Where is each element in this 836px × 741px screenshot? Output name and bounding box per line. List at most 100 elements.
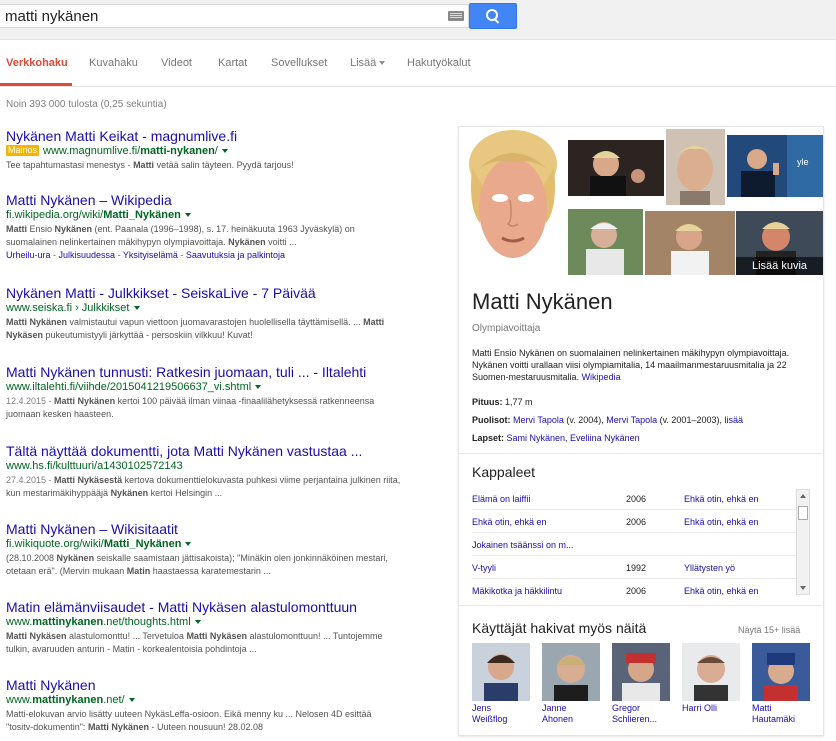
related-person[interactable]: Jens Weißflog bbox=[472, 643, 532, 725]
fact-label: Pituus: bbox=[472, 397, 503, 407]
children-link[interactable]: Sami Nykänen, Eveliina Nykänen bbox=[507, 433, 640, 443]
main-image[interactable] bbox=[460, 128, 566, 274]
person-photo[interactable] bbox=[472, 643, 530, 701]
chevron-down-icon[interactable] bbox=[128, 698, 135, 703]
scroll-thumb[interactable] bbox=[798, 506, 808, 520]
tab-search-tools[interactable]: Hakutyökalut bbox=[407, 57, 471, 69]
related-person[interactable]: Gregor Schlieren... bbox=[612, 643, 672, 725]
tab-videos[interactable]: Videot bbox=[161, 57, 192, 69]
song-album[interactable]: Ehkä otin, ehkä en bbox=[684, 580, 759, 602]
song-album[interactable]: Yllätysten yö bbox=[684, 557, 735, 579]
result-title-link[interactable]: Matti Nykänen tunnusti: Ratkesin juomaan… bbox=[6, 364, 401, 380]
song-title[interactable]: V-tyyli bbox=[472, 557, 496, 579]
scroll-up-icon[interactable] bbox=[800, 494, 806, 498]
thumbnail-image[interactable] bbox=[666, 129, 725, 205]
sitelink[interactable]: Urheilu-ura bbox=[6, 250, 51, 260]
divider bbox=[459, 453, 823, 454]
sitelinks: Urheilu-ura - Julkisuudessa - Yksityisel… bbox=[6, 250, 285, 260]
result-url: www.iltalehti.fi/viihde/2015041219506637… bbox=[6, 380, 401, 395]
sitelink[interactable]: Yksityiselämä bbox=[123, 250, 178, 260]
person-photo[interactable] bbox=[612, 643, 670, 701]
person-name[interactable]: Janne Ahonen bbox=[542, 703, 602, 725]
result-title-link[interactable]: Tältä näyttää dokumentti, jota Matti Nyk… bbox=[6, 443, 401, 459]
song-row[interactable]: V-tyyli 1992 Yllätysten yö bbox=[472, 557, 797, 579]
thumbnail-image[interactable]: yle bbox=[727, 135, 823, 197]
chevron-down-icon[interactable] bbox=[255, 385, 262, 390]
person-image bbox=[682, 643, 740, 701]
song-album[interactable]: Ehkä otin, ehkä en bbox=[684, 511, 759, 533]
tab-maps[interactable]: Kartat bbox=[218, 57, 247, 69]
tab-web[interactable]: Verkkohaku bbox=[6, 57, 68, 69]
thumbnail-image[interactable] bbox=[568, 209, 643, 275]
result-url-bold: matti-nykanen bbox=[140, 145, 215, 157]
more-images-label[interactable]: Lisää kuvia bbox=[736, 257, 823, 275]
person-name-line: Harri Olli bbox=[682, 703, 717, 713]
song-row[interactable]: Jokainen tsäänssi on m... bbox=[472, 534, 797, 556]
result-snippet: Matti Nykäsen alastulomonttu! ... Tervet… bbox=[6, 631, 383, 654]
related-person[interactable]: Matti Hautamäki bbox=[752, 643, 812, 725]
tab-images[interactable]: Kuvahaku bbox=[89, 57, 138, 69]
person-photo[interactable] bbox=[752, 643, 810, 701]
songs-heading: Kappaleet bbox=[472, 464, 536, 480]
chevron-down-icon[interactable] bbox=[221, 149, 228, 154]
result-url-bold: mattinykanen bbox=[32, 616, 104, 628]
song-title[interactable]: Elämä on laiffii bbox=[472, 488, 530, 510]
related-person[interactable]: Janne Ahonen bbox=[542, 643, 602, 725]
search-input[interactable] bbox=[0, 5, 430, 27]
song-title[interactable]: Mäkikotka ja häkkilintu bbox=[472, 580, 562, 602]
song-title[interactable]: Jokainen tsäänssi on m... bbox=[472, 534, 574, 556]
chevron-down-icon[interactable] bbox=[133, 306, 140, 311]
search-box[interactable] bbox=[0, 4, 469, 28]
result-title-link[interactable]: Nykänen Matti - Julkkikset - SeiskaLive … bbox=[6, 285, 401, 301]
more-spouses-link[interactable]: lisää bbox=[724, 415, 743, 425]
result-title-link[interactable]: Matti Nykänen bbox=[6, 677, 401, 693]
person-name-line: Ahonen bbox=[542, 714, 574, 724]
more-images-tile[interactable]: Lisää kuvia bbox=[736, 211, 823, 275]
chevron-down-icon[interactable] bbox=[185, 542, 192, 547]
person-photo[interactable] bbox=[542, 643, 600, 701]
photo-thumbnail bbox=[645, 211, 735, 275]
person-photo[interactable] bbox=[682, 643, 740, 701]
thumbnail-image[interactable] bbox=[645, 211, 735, 275]
person-name[interactable]: Gregor Schlieren... bbox=[612, 703, 672, 725]
song-row[interactable]: Elämä on laiffii 2006 Ehkä otin, ehkä en bbox=[472, 488, 797, 510]
person-name[interactable]: Matti Hautamäki bbox=[752, 703, 812, 725]
sitelink[interactable]: Saavutuksia ja palkintoja bbox=[186, 250, 285, 260]
search-button[interactable] bbox=[469, 3, 517, 29]
result-url-bold: mattinykanen bbox=[32, 694, 104, 706]
spouse-link[interactable]: Mervi Tapola bbox=[606, 415, 657, 425]
search-result: Nykänen Matti Keikat - magnumlive.fi Mai… bbox=[6, 128, 401, 172]
songs-scrollbar[interactable] bbox=[796, 489, 810, 595]
result-title-link[interactable]: Matin elämänviisaudet - Matti Nykäsen al… bbox=[6, 599, 401, 615]
sitelink[interactable]: Julkisuudessa bbox=[59, 250, 116, 260]
keyboard-icon[interactable] bbox=[448, 11, 464, 21]
song-album[interactable]: Ehkä otin, ehkä en bbox=[684, 488, 759, 510]
svg-text:yle: yle bbox=[797, 157, 809, 167]
result-title-link[interactable]: Nykänen Matti Keikat - magnumlive.fi bbox=[6, 128, 401, 144]
chevron-down-icon[interactable] bbox=[194, 620, 201, 625]
entity-subtitle: Olympiavoittaja bbox=[472, 323, 541, 334]
result-url-pre: www. bbox=[6, 616, 33, 628]
chevron-down-icon[interactable] bbox=[184, 213, 191, 218]
person-name[interactable]: Harri Olli bbox=[682, 703, 742, 714]
search-result: Matti Nykänen tunnusti: Ratkesin juomaan… bbox=[6, 364, 401, 421]
entity-description: Matti Ensio Nykänen on suomalainen nelin… bbox=[472, 347, 812, 383]
result-title-link[interactable]: Matti Nykänen – Wikisitaatit bbox=[6, 521, 401, 537]
song-row[interactable]: Mäkikotka ja häkkilintu 2006 Ehkä otin, eh… bbox=[472, 580, 797, 602]
related-person[interactable]: Harri Olli bbox=[682, 643, 742, 714]
spouse-link[interactable]: Mervi Tapola bbox=[513, 415, 564, 425]
see-more-link[interactable]: Näytä 15+ lisää bbox=[738, 625, 800, 635]
search-icon bbox=[486, 9, 500, 23]
wikipedia-link[interactable]: Wikipedia bbox=[582, 372, 621, 382]
song-year: 1992 bbox=[626, 563, 647, 573]
thumbnail-image[interactable] bbox=[568, 140, 664, 196]
result-title-link[interactable]: Matti Nykänen – Wikipedia bbox=[6, 192, 401, 208]
result-snippet: (28.10.2008 Nykänen seiskalle saamistaan… bbox=[6, 553, 388, 576]
scroll-down-icon[interactable] bbox=[800, 586, 806, 590]
song-row[interactable]: Ehkä otin, ehkä en 2006 Ehkä otin, ehkä en bbox=[472, 511, 797, 533]
search-tabs: Verkkohaku Kuvahaku Videot Kartat Sovell… bbox=[0, 40, 836, 87]
tab-apps[interactable]: Sovellukset bbox=[271, 57, 327, 69]
song-title[interactable]: Ehkä otin, ehkä en bbox=[472, 511, 547, 533]
tab-more[interactable]: Lisää bbox=[350, 57, 386, 69]
person-name[interactable]: Jens Weißflog bbox=[472, 703, 532, 725]
